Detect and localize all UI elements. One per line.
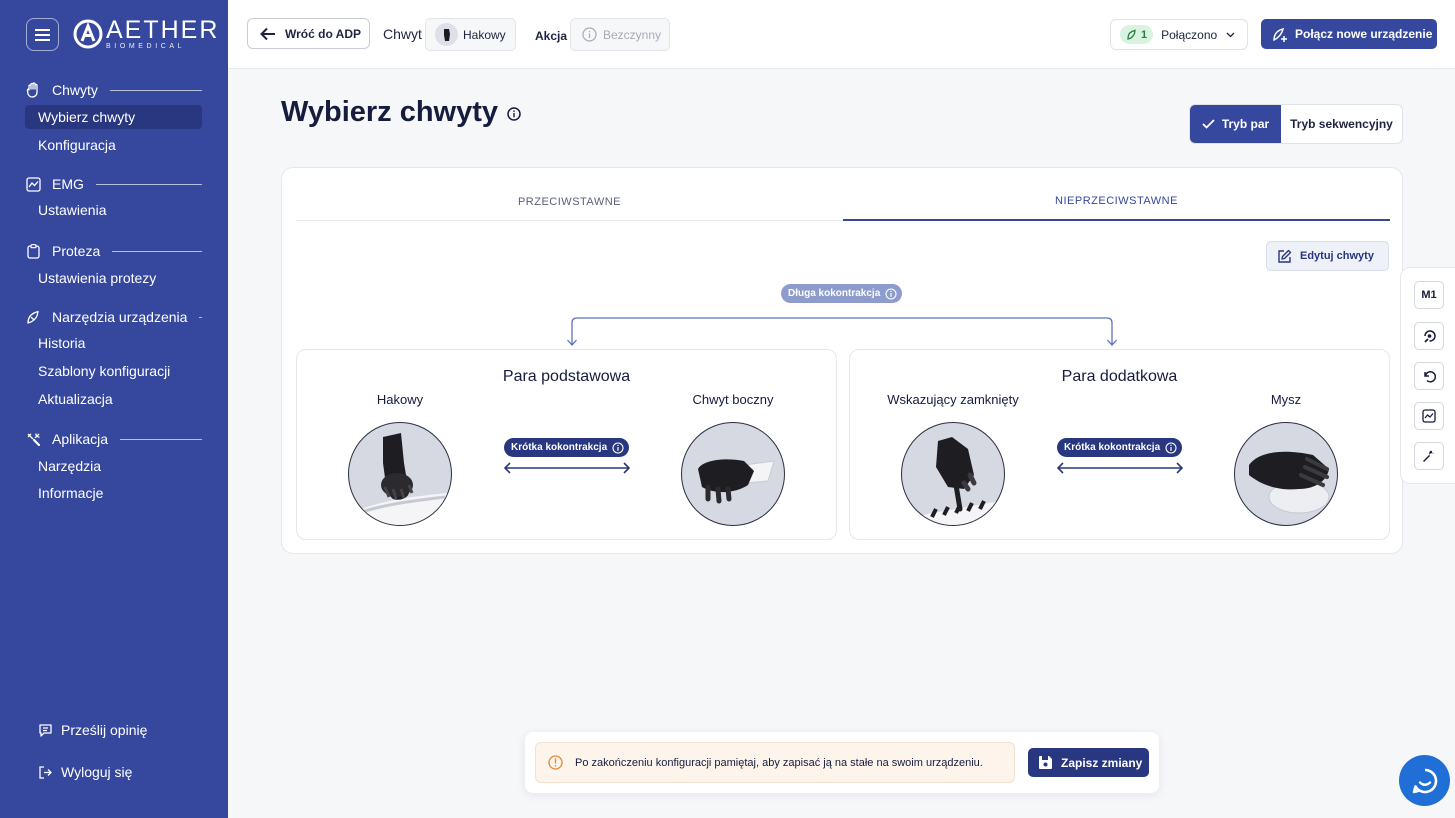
- chart-icon: [1422, 409, 1436, 423]
- section-aplikacja: Aplikacja: [25, 431, 202, 447]
- primary-pair-title: Para podstawowa: [502, 368, 631, 385]
- undo-icon: [1424, 371, 1436, 383]
- double-arrow-icon: [1056, 462, 1184, 474]
- current-grip-chip[interactable]: Hakowy: [425, 18, 516, 51]
- save-icon: [1039, 756, 1052, 769]
- save-changes-button[interactable]: Zapisz zmiany: [1028, 748, 1149, 777]
- sequential-mode-button[interactable]: Tryb sekwencyjny: [1281, 105, 1402, 143]
- section-proteza: Proteza: [25, 243, 202, 259]
- nav-ustawienia[interactable]: Ustawienia: [25, 198, 202, 222]
- lateral-grip-hand-icon: [698, 459, 775, 504]
- nav-narzedzia[interactable]: Narzędzia: [25, 454, 202, 478]
- tab-opposed[interactable]: PRZECIWSTAWNE: [296, 182, 843, 221]
- tools-icon: [25, 431, 41, 447]
- calibrate-icon: [1423, 329, 1436, 343]
- mode-toggle: Tryb par Tryb sekwencyjny: [1189, 104, 1403, 144]
- feedback-link[interactable]: Prześlij opinię: [38, 722, 147, 738]
- action-status-chip: Bezczynny: [570, 18, 670, 51]
- action-label: Akcja: [535, 29, 568, 43]
- primary-pair-panel: Para podstawowa Hakowy Chwyt boczny Krót…: [296, 349, 837, 540]
- device-tools-icon: [25, 309, 41, 325]
- short-cocontraction-badge: Krótka kokontrakcja: [504, 438, 630, 457]
- section-chwyty: Chwyty: [25, 82, 202, 98]
- grip-label: Chwyt: [383, 26, 422, 42]
- nav-historia[interactable]: Historia: [25, 331, 202, 355]
- nav-ustawienia-protezy[interactable]: Ustawienia protezy: [25, 266, 202, 290]
- wrench-button[interactable]: [1414, 442, 1444, 470]
- nav-aktualizacja[interactable]: Aktualizacja: [25, 387, 202, 411]
- edit-icon: [1278, 249, 1292, 263]
- m1-button[interactable]: M1: [1414, 281, 1444, 309]
- connected-devices-badge: 1: [1120, 25, 1154, 44]
- info-icon[interactable]: [885, 287, 897, 300]
- clipboard-icon: [25, 243, 41, 259]
- brand-sub: BIOMEDICAL: [106, 43, 186, 50]
- hand-icon: [25, 82, 41, 98]
- nav-konfiguracja[interactable]: Konfiguracja: [25, 133, 202, 157]
- tool-rail: M1: [1400, 267, 1455, 484]
- logout-link[interactable]: Wyloguj się: [38, 764, 132, 780]
- double-arrow-icon: [503, 462, 631, 474]
- grip-tabs: PRZECIWSTAWNE NIEPRZECIWSTAWNE: [296, 182, 1390, 221]
- top-bar: Wróć do ADP Chwyt Hakowy Akcja Bezczynny…: [228, 0, 1455, 69]
- pair-mode-button[interactable]: Tryb par: [1190, 105, 1281, 143]
- add-device-icon: [1273, 27, 1287, 42]
- info-icon[interactable]: [1165, 441, 1177, 454]
- secondary-pair-panel: Para dodatkowa Wskazujący zamknięty Mysz…: [849, 349, 1390, 540]
- secondary-pair-title: Para dodatkowa: [1061, 368, 1178, 385]
- warning-info-icon: [548, 755, 563, 770]
- tab-non-opposed[interactable]: NIEPRZECIWSTAWNE: [843, 182, 1390, 221]
- grip-thumbnail-icon: [435, 23, 458, 46]
- undo-button[interactable]: [1414, 362, 1444, 390]
- grip-image-index-closed[interactable]: [901, 422, 1005, 526]
- long-cocontraction-badge: Długa kokontrakcja: [781, 284, 903, 303]
- grip-name-hook: Hakowy: [376, 392, 424, 407]
- brand-logo: AETHER BIOMEDICAL: [73, 18, 219, 50]
- chart-icon: [25, 176, 41, 192]
- mouse-grip-hand-icon: [1249, 451, 1330, 514]
- feedback-icon: [39, 723, 52, 737]
- info-icon: [582, 27, 597, 42]
- grip-name-lateral: Chwyt boczny: [692, 392, 774, 407]
- aether-logo-icon: [73, 19, 103, 49]
- info-icon[interactable]: [612, 441, 624, 454]
- nav-informacje[interactable]: Informacje: [25, 481, 202, 505]
- sidebar: AETHER BIOMEDICAL Chwyty Wybierz chwyty …: [0, 0, 228, 818]
- brand-name: AETHER: [106, 16, 220, 44]
- short-cocontraction-badge: Krótka kokontrakcja: [1057, 438, 1183, 457]
- index-closed-hand-icon: [913, 437, 1004, 525]
- chat-button[interactable]: [1399, 755, 1450, 806]
- save-reminder-toast: Po zakończeniu konfiguracji pamiętaj, ab…: [525, 732, 1159, 793]
- prosthesis-icon: [1127, 29, 1136, 40]
- logout-icon: [39, 765, 52, 779]
- arrow-left-icon: [260, 27, 275, 40]
- wrench-icon: [1423, 450, 1435, 462]
- check-icon: [1202, 119, 1215, 129]
- pair-new-device-button[interactable]: Połącz nowe urządzenie: [1261, 19, 1437, 49]
- section-narzedzia-urzadzenia: Narzędzia urządzenia: [25, 309, 202, 325]
- grip-image-mouse[interactable]: [1234, 422, 1338, 526]
- save-reminder-message: Po zakończeniu konfiguracji pamiętaj, ab…: [535, 742, 1015, 783]
- grips-card: PRZECIWSTAWNE NIEPRZECIWSTAWNE Edytuj ch…: [281, 167, 1403, 554]
- menu-button[interactable]: [26, 18, 59, 51]
- edit-grips-button[interactable]: Edytuj chwyty: [1266, 241, 1389, 271]
- calibrate-button[interactable]: [1414, 322, 1444, 350]
- chat-icon: [1412, 768, 1437, 793]
- info-icon[interactable]: [507, 107, 521, 121]
- back-button[interactable]: Wróć do ADP: [247, 18, 370, 49]
- chevron-down-icon: [1226, 32, 1235, 37]
- hook-grip-hand-icon: [350, 433, 451, 525]
- section-emg: EMG: [25, 176, 202, 192]
- long-cocontraction-connector: [567, 317, 1117, 346]
- nav-wybierz-chwyty[interactable]: Wybierz chwyty: [25, 105, 202, 129]
- grip-image-lateral[interactable]: [681, 422, 785, 526]
- grip-name-index-closed: Wskazujący zamknięty: [887, 392, 1019, 407]
- page-title: Wybierz chwyty: [281, 96, 521, 129]
- hamburger-icon: [35, 28, 50, 41]
- connection-dropdown[interactable]: 1 Połączono: [1110, 19, 1248, 50]
- grip-image-hook[interactable]: [348, 422, 452, 526]
- nav-szablony-konfiguracji[interactable]: Szablony konfiguracji: [25, 359, 202, 383]
- grip-name-mouse: Mysz: [1270, 392, 1302, 407]
- emg-chart-button[interactable]: [1414, 402, 1444, 430]
